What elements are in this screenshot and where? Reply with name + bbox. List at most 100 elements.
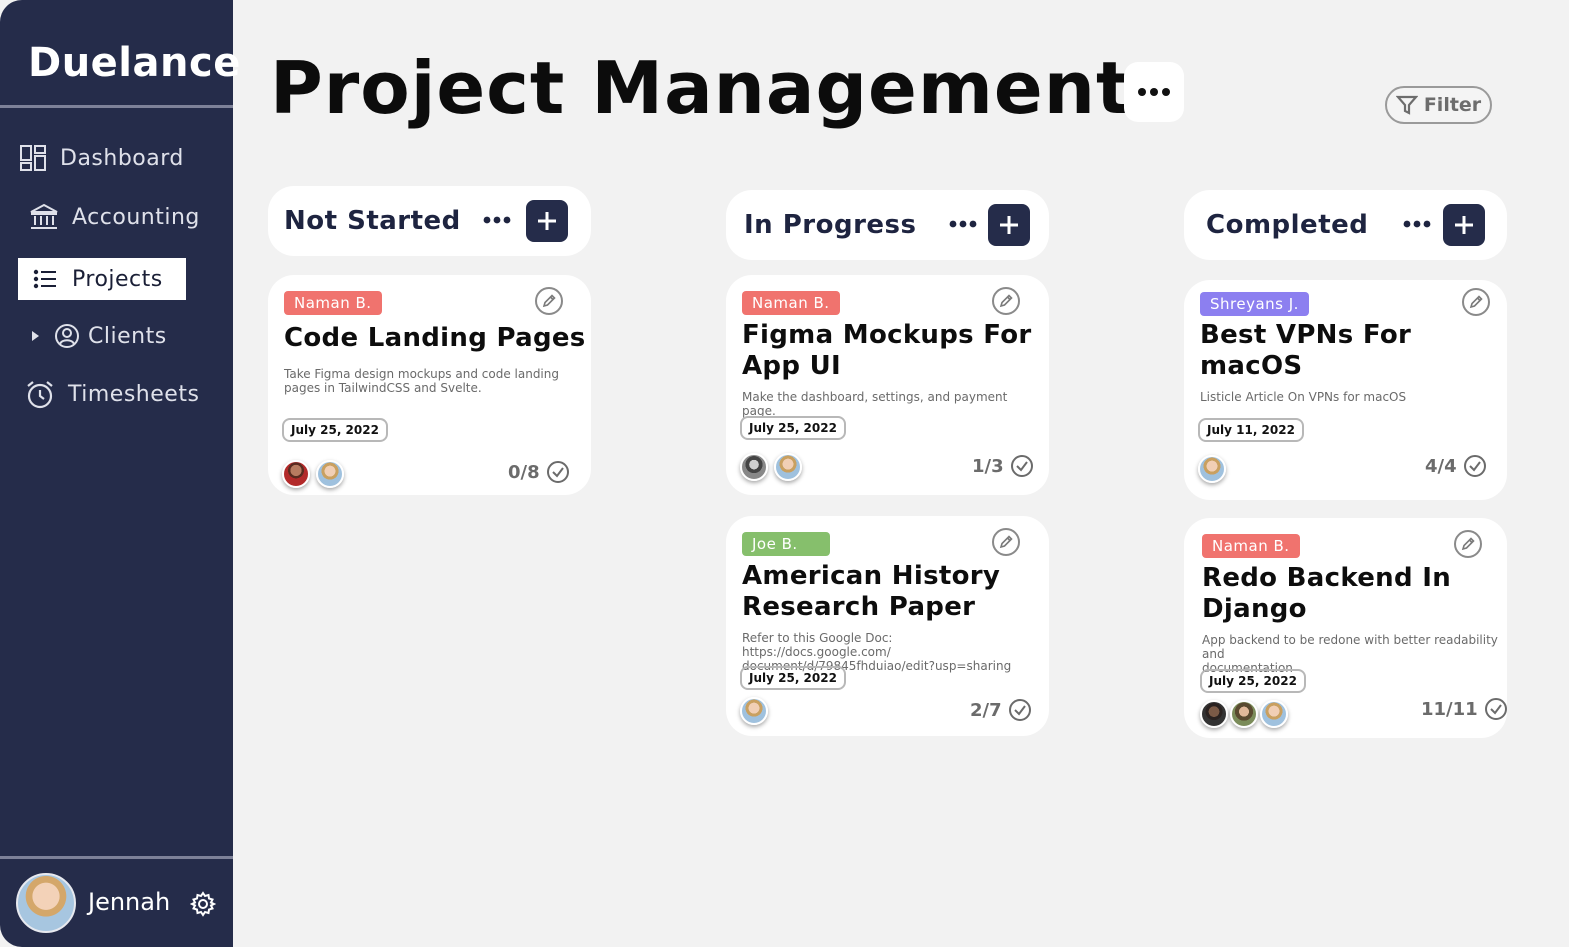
column-title: In Progress	[744, 210, 917, 240]
assignee-tag: Naman B.	[742, 291, 840, 315]
gear-icon[interactable]	[190, 891, 216, 917]
progress-count: 11/11	[1421, 698, 1478, 720]
card-title-line: Redo Backend In	[1202, 563, 1452, 593]
page-title: Project Management	[270, 46, 1132, 130]
avatar-group	[282, 460, 344, 488]
more-horizontal-icon	[1138, 88, 1170, 96]
due-date-badge: July 25, 2022	[740, 666, 846, 690]
pencil-icon	[542, 294, 556, 308]
user-panel: Jennah	[0, 856, 233, 947]
avatar-group	[740, 697, 768, 725]
more-horizontal-icon[interactable]	[482, 214, 512, 226]
edit-button[interactable]	[1454, 530, 1482, 558]
avatar[interactable]	[740, 453, 768, 481]
card-title: Code Landing Pages	[284, 323, 586, 354]
card-description: Make the dashboard, settings, and paymen…	[742, 390, 1042, 418]
sidebar-item-label: Projects	[72, 266, 163, 292]
pencil-icon	[999, 294, 1013, 308]
column-title: Not Started	[284, 206, 461, 236]
caret-right-icon[interactable]	[28, 328, 42, 344]
description-line: Take Figma design mockups and code landi…	[284, 367, 559, 381]
edit-button[interactable]	[992, 528, 1020, 556]
avatar-group	[1200, 700, 1288, 728]
avatar[interactable]	[316, 460, 344, 488]
card-title-line: macOS	[1200, 351, 1303, 381]
user-circle-icon	[55, 324, 79, 348]
task-card[interactable]: Naman B. Figma Mockups For App UI Make t…	[726, 275, 1049, 495]
card-title: Redo Backend In Django	[1202, 563, 1451, 625]
more-horizontal-icon[interactable]	[948, 218, 978, 230]
check-circle-icon[interactable]	[1008, 698, 1032, 722]
card-title-line: Django	[1202, 594, 1307, 624]
avatar[interactable]	[282, 460, 310, 488]
sidebar-item-projects[interactable]: Projects	[18, 258, 186, 300]
avatar[interactable]	[1230, 700, 1258, 728]
card-description: Take Figma design mockups and code landi…	[284, 367, 584, 395]
sidebar: Duelance Dashboard Accounting Projects C…	[0, 0, 240, 947]
edit-button[interactable]	[535, 287, 563, 315]
task-progress: 0/8	[508, 460, 570, 484]
check-circle-icon[interactable]	[1010, 454, 1034, 478]
assignee-tag: Naman B.	[284, 291, 382, 315]
assignee-tag: Joe B.	[742, 532, 830, 556]
pencil-icon	[999, 535, 1013, 549]
task-card[interactable]: Naman B. Code Landing Pages Take Figma d…	[268, 275, 591, 495]
add-card-button[interactable]	[1443, 204, 1485, 246]
column-header-not-started: Not Started	[268, 186, 591, 256]
check-circle-icon[interactable]	[1484, 697, 1508, 721]
plus-icon	[1455, 216, 1473, 234]
filter-button[interactable]: Filter	[1385, 86, 1492, 124]
sidebar-item-accounting[interactable]: Accounting	[28, 196, 200, 238]
due-date-badge: July 25, 2022	[740, 416, 846, 440]
avatar[interactable]	[16, 873, 76, 933]
column-header-completed: Completed	[1184, 190, 1507, 260]
card-title-line: App UI	[742, 351, 841, 381]
task-progress: 2/7	[970, 698, 1032, 722]
card-title-line: Research Paper	[742, 592, 976, 622]
progress-count: 4/4	[1425, 455, 1457, 477]
progress-count: 2/7	[970, 699, 1002, 721]
dashboard-icon	[20, 145, 46, 171]
assignee-tag: Shreyans J.	[1200, 292, 1309, 316]
description-line: Make the dashboard, settings, and paymen…	[742, 390, 1008, 418]
task-progress: 4/4	[1425, 454, 1487, 478]
description-line: pages in TailwindCSS and Svelte.	[284, 381, 482, 395]
due-date-badge: July 25, 2022	[1200, 669, 1306, 693]
due-date-badge: July 25, 2022	[282, 418, 388, 442]
column-header-in-progress: In Progress	[726, 190, 1049, 260]
progress-count: 1/3	[972, 455, 1004, 477]
bank-icon	[30, 203, 58, 229]
sidebar-item-label: Clients	[88, 323, 167, 349]
add-card-button[interactable]	[526, 200, 568, 242]
edit-button[interactable]	[1462, 288, 1490, 316]
list-icon	[33, 269, 56, 289]
alarm-clock-icon	[27, 381, 53, 409]
sidebar-item-timesheets[interactable]: Timesheets	[24, 373, 199, 415]
sidebar-item-clients[interactable]: Clients	[28, 315, 167, 357]
sidebar-item-dashboard[interactable]: Dashboard	[18, 137, 184, 179]
card-title-line: American History	[742, 561, 1001, 591]
sidebar-item-label: Dashboard	[60, 145, 184, 171]
description-line: Listicle Article On VPNs for macOS	[1200, 390, 1407, 404]
avatar[interactable]	[1200, 700, 1228, 728]
plus-icon	[1000, 216, 1018, 234]
title-more-button[interactable]	[1124, 62, 1184, 122]
check-circle-icon[interactable]	[546, 460, 570, 484]
task-card[interactable]: Shreyans J. Best VPNs For macOS Listicle…	[1184, 280, 1507, 500]
user-name: Jennah	[88, 888, 171, 916]
app-logo-text[interactable]: Duelance	[28, 40, 241, 86]
avatar[interactable]	[1260, 700, 1288, 728]
edit-button[interactable]	[992, 287, 1020, 315]
add-card-button[interactable]	[988, 204, 1030, 246]
more-horizontal-icon[interactable]	[1402, 218, 1432, 230]
task-card[interactable]: Naman B. Redo Backend In Django App back…	[1184, 518, 1507, 738]
task-card[interactable]: Joe B. American History Research Paper R…	[726, 516, 1049, 736]
avatar[interactable]	[1198, 455, 1226, 483]
filter-icon	[1395, 95, 1418, 115]
check-circle-icon[interactable]	[1463, 454, 1487, 478]
avatar[interactable]	[740, 697, 768, 725]
pencil-icon	[1469, 295, 1483, 309]
avatar[interactable]	[774, 453, 802, 481]
card-title: Best VPNs For macOS	[1200, 320, 1411, 382]
avatar-group	[1198, 455, 1226, 483]
